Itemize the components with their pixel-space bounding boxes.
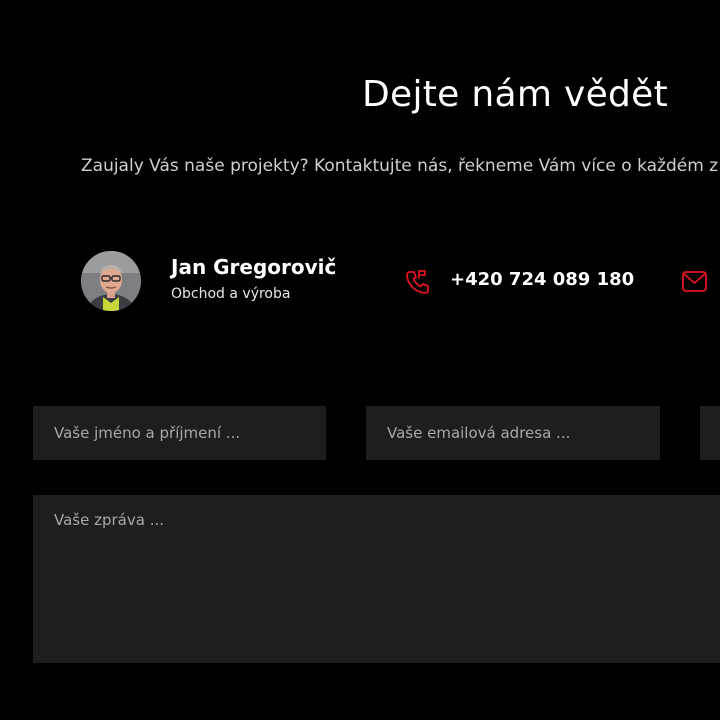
page-title: Dejte nám vědět: [362, 74, 669, 115]
avatar: [81, 251, 141, 311]
contact-name: Jan Gregorovič: [171, 255, 337, 279]
phone-number-link[interactable]: +420 724 089 180: [450, 269, 634, 290]
name-input[interactable]: [33, 406, 326, 460]
email-input[interactable]: [366, 406, 660, 460]
contact-section: Dejte nám vědět Zaujaly Vás naše projekt…: [0, 0, 720, 720]
mail-icon[interactable]: [680, 268, 710, 296]
contact-role: Obchod a výroba: [171, 286, 291, 302]
page-subtitle: Zaujaly Vás naše projekty? Kontaktujte n…: [81, 156, 720, 176]
phone-icon[interactable]: [404, 268, 432, 296]
message-textarea[interactable]: [33, 495, 720, 663]
third-input[interactable]: [700, 406, 720, 460]
